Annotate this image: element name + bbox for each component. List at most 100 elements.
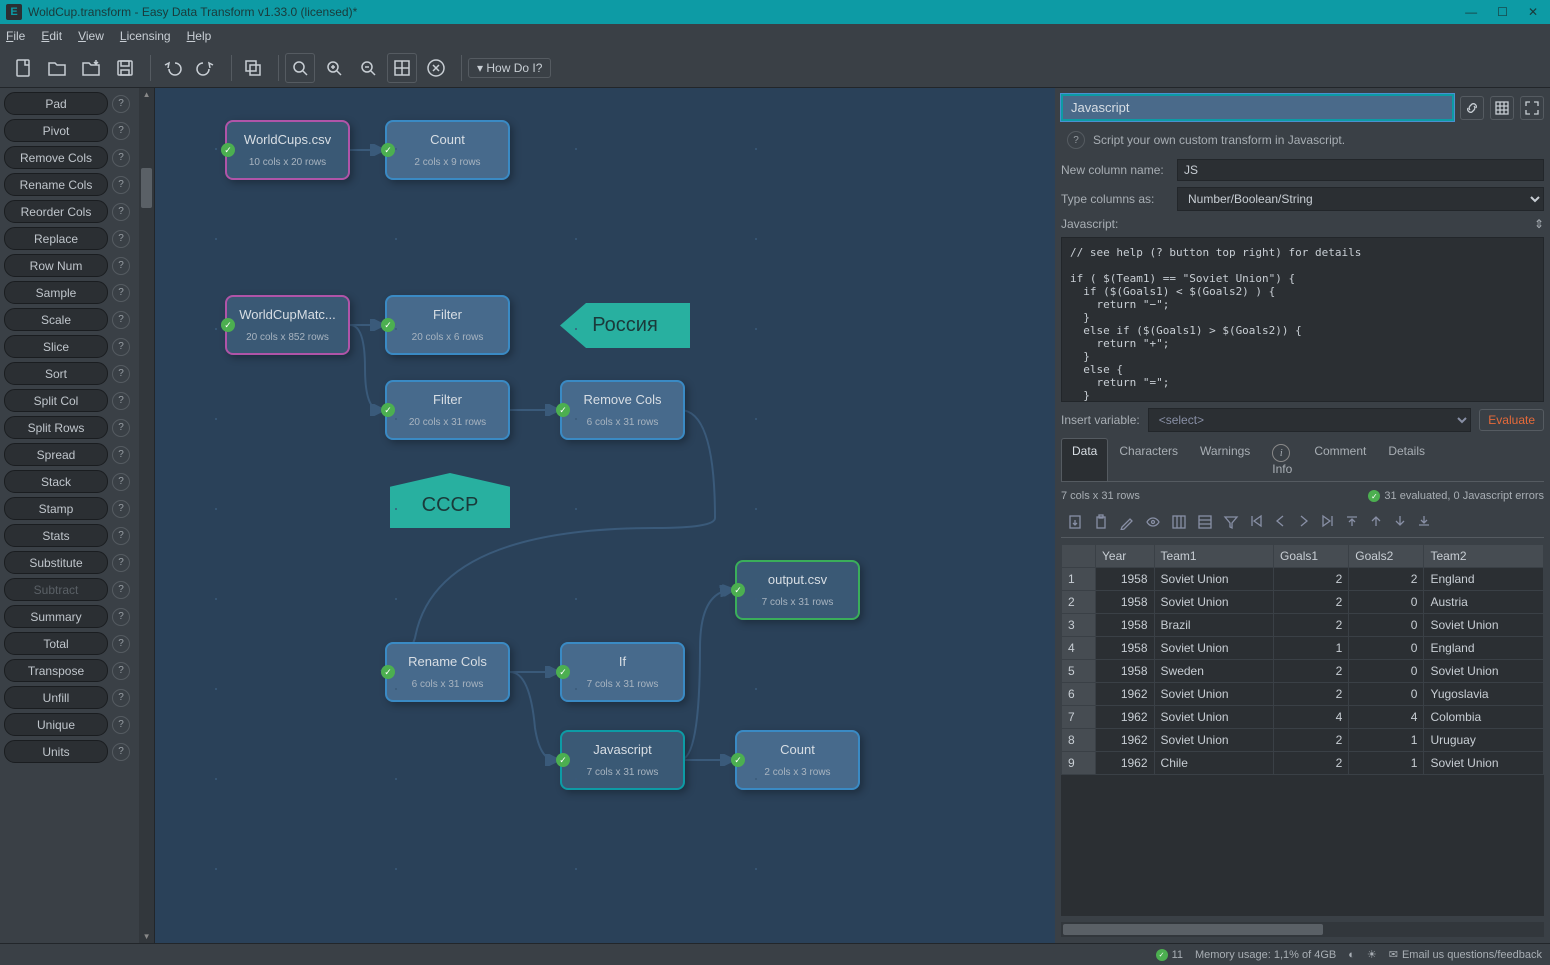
col-header[interactable]: Year <box>1096 545 1155 568</box>
menu-file[interactable]: File <box>6 29 25 43</box>
next-icon[interactable] <box>1297 514 1311 533</box>
transform-rename-cols[interactable]: Rename Cols <box>4 173 108 196</box>
zoom-in-button[interactable] <box>319 53 349 83</box>
help-icon[interactable]: ? <box>112 257 130 275</box>
transform-pivot[interactable]: Pivot <box>4 119 108 142</box>
tab-info[interactable]: i Info <box>1261 438 1303 481</box>
first-icon[interactable] <box>1249 514 1263 533</box>
clipboard-icon[interactable] <box>1093 514 1109 533</box>
node-javascript[interactable]: ✓ Javascript 7 cols x 31 rows <box>560 730 685 790</box>
cols-icon[interactable] <box>1171 514 1187 533</box>
transform-summary[interactable]: Summary <box>4 605 108 628</box>
table-row[interactable]: 71962Soviet Union44Colombia <box>1062 706 1544 729</box>
help-icon[interactable]: ? <box>112 527 130 545</box>
save-button[interactable] <box>110 53 140 83</box>
help-icon[interactable]: ? <box>112 230 130 248</box>
help-icon[interactable]: ? <box>112 311 130 329</box>
cancel-button[interactable] <box>421 53 451 83</box>
col-header[interactable]: Goals2 <box>1349 545 1424 568</box>
help-icon[interactable]: ? <box>112 149 130 167</box>
node-filter1[interactable]: ✓ Filter 20 cols x 6 rows <box>385 295 510 355</box>
transform-stack[interactable]: Stack <box>4 470 108 493</box>
import-button[interactable] <box>76 53 106 83</box>
table-row[interactable]: 51958Sweden20Soviet Union <box>1062 660 1544 683</box>
menu-licensing[interactable]: Licensing <box>120 29 171 43</box>
menu-help[interactable]: Help <box>187 29 212 43</box>
grid-icon[interactable] <box>1490 96 1514 120</box>
zoom-out-button[interactable] <box>353 53 383 83</box>
help-icon[interactable]: ? <box>112 581 130 599</box>
up-icon[interactable] <box>1369 514 1383 533</box>
transform-reorder-cols[interactable]: Reorder Cols <box>4 200 108 223</box>
edit-icon[interactable] <box>1119 514 1135 533</box>
close-button[interactable]: ✕ <box>1528 5 1538 19</box>
help-icon[interactable]: ? <box>1067 131 1085 149</box>
expand-icon[interactable] <box>1520 96 1544 120</box>
link-icon[interactable] <box>1460 96 1484 120</box>
new-file-button[interactable] <box>8 53 38 83</box>
help-icon[interactable]: ? <box>112 176 130 194</box>
eye-icon[interactable] <box>1145 514 1161 533</box>
col-header[interactable] <box>1062 545 1096 568</box>
copy-button[interactable] <box>238 53 268 83</box>
maximize-button[interactable]: ☐ <box>1497 5 1508 19</box>
table-row[interactable]: 41958Soviet Union10England <box>1062 637 1544 660</box>
transform-scale[interactable]: Scale <box>4 308 108 331</box>
transform-sort[interactable]: Sort <box>4 362 108 385</box>
transform-substitute[interactable]: Substitute <box>4 551 108 574</box>
top-icon[interactable] <box>1345 514 1359 533</box>
left-scrollbar[interactable]: ▲ ▼ <box>139 88 154 943</box>
help-icon[interactable]: ? <box>112 446 130 464</box>
help-icon[interactable]: ? <box>112 662 130 680</box>
help-icon[interactable]: ? <box>112 500 130 518</box>
table-row[interactable]: 11958Soviet Union22England <box>1062 568 1544 591</box>
help-icon[interactable]: ? <box>112 608 130 626</box>
tab-details[interactable]: Details <box>1377 438 1436 481</box>
feedback-link[interactable]: ✉ Email us questions/feedback <box>1389 948 1542 961</box>
insert-select[interactable]: <select> <box>1148 408 1472 432</box>
down-icon[interactable] <box>1393 514 1407 533</box>
help-icon[interactable]: ? <box>112 635 130 653</box>
node-output[interactable]: ✓ output.csv 7 cols x 31 rows <box>735 560 860 620</box>
js-code-editor[interactable]: // see help (? button top right) for det… <box>1061 237 1544 402</box>
node-renamecols[interactable]: ✓ Rename Cols 6 cols x 31 rows <box>385 642 510 702</box>
help-icon[interactable]: ? <box>112 203 130 221</box>
help-icon[interactable]: ? <box>112 473 130 491</box>
note-cccp[interactable]: СССР <box>390 473 510 528</box>
transform-spread[interactable]: Spread <box>4 443 108 466</box>
data-hscrollbar[interactable] <box>1061 922 1544 937</box>
help-icon[interactable]: ? <box>112 284 130 302</box>
minimize-button[interactable]: — <box>1465 5 1477 19</box>
col-header[interactable]: Team1 <box>1154 545 1273 568</box>
theme-icon[interactable]: ◐ <box>1348 949 1355 961</box>
canvas[interactable]: ✓ WorldCups.csv 10 cols x 20 rows ✓ Coun… <box>155 88 1055 943</box>
transform-sample[interactable]: Sample <box>4 281 108 304</box>
help-icon[interactable]: ? <box>112 716 130 734</box>
transform-stats[interactable]: Stats <box>4 524 108 547</box>
table-row[interactable]: 31958Brazil20Soviet Union <box>1062 614 1544 637</box>
newcol-input[interactable] <box>1177 159 1544 181</box>
table-row[interactable]: 81962Soviet Union21Uruguay <box>1062 729 1544 752</box>
transform-unique[interactable]: Unique <box>4 713 108 736</box>
col-header[interactable]: Team2 <box>1424 545 1544 568</box>
filter-icon[interactable] <box>1223 514 1239 533</box>
note-russia[interactable]: Россия <box>560 303 690 348</box>
help-icon[interactable]: ? <box>112 689 130 707</box>
grid-button[interactable] <box>387 53 417 83</box>
brightness-icon[interactable]: ☀ <box>1367 948 1377 961</box>
node-filter2[interactable]: ✓ Filter 20 cols x 31 rows <box>385 380 510 440</box>
help-icon[interactable]: ? <box>112 419 130 437</box>
transform-row-num[interactable]: Row Num <box>4 254 108 277</box>
transform-stamp[interactable]: Stamp <box>4 497 108 520</box>
table-row[interactable]: 91962Chile21Soviet Union <box>1062 752 1544 775</box>
node-count2[interactable]: ✓ Count 2 cols x 3 rows <box>735 730 860 790</box>
last-icon[interactable] <box>1321 514 1335 533</box>
resize-icon[interactable]: ⇕ <box>1534 217 1544 231</box>
typecols-select[interactable]: Number/Boolean/String <box>1177 187 1544 211</box>
node-matches[interactable]: ✓ WorldCupMatc... 20 cols x 852 rows <box>225 295 350 355</box>
node-removecols[interactable]: ✓ Remove Cols 6 cols x 31 rows <box>560 380 685 440</box>
export-icon[interactable] <box>1067 514 1083 533</box>
data-table[interactable]: YearTeam1Goals1Goals2Team211958Soviet Un… <box>1061 544 1544 916</box>
transform-split-rows[interactable]: Split Rows <box>4 416 108 439</box>
help-icon[interactable]: ? <box>112 365 130 383</box>
